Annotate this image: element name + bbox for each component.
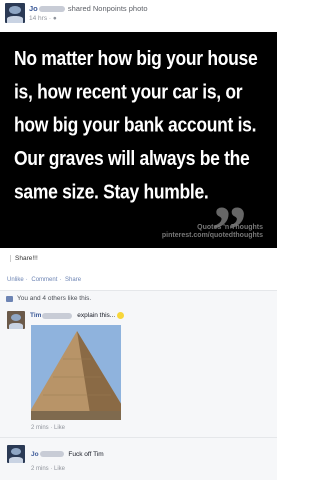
author-avatar[interactable]	[5, 3, 25, 23]
post-header-line: Jo shared Nonpoints photo	[29, 4, 148, 13]
comment-link[interactable]: Comment	[31, 277, 57, 283]
audience-icon: ●	[52, 15, 57, 22]
commenter-avatar-jo[interactable]	[7, 445, 25, 463]
comment-2-meta[interactable]: 2 mins · Like	[31, 466, 65, 472]
redacted-name	[39, 451, 64, 458]
credit-line-1: Quotes 'n Thoughts	[197, 224, 263, 231]
comment-1-meta[interactable]: 2 mins · Like	[31, 425, 65, 431]
likes-bar: You and 4 others like this.	[0, 290, 277, 307]
timestamp-text: 14 hrs ·	[29, 15, 52, 22]
commenter-avatar-tim[interactable]	[7, 311, 25, 329]
comment-2: Jo Fuck off Tim	[31, 451, 104, 458]
author-name[interactable]: Jo	[29, 4, 38, 13]
post-header: Jo shared Nonpoints photo 14 hrs · ●	[0, 0, 277, 28]
post-timestamp[interactable]: 14 hrs · ●	[29, 15, 57, 22]
credit-line-2: pinterest.com/quotedthoughts	[161, 232, 263, 239]
quote-image[interactable]: No matter how big your house is, how rec…	[0, 32, 277, 267]
comment-1: Tim explain this...	[30, 312, 125, 320]
share-link[interactable]: Share	[65, 277, 81, 283]
post-action-text: shared Nonpoints photo	[67, 4, 148, 13]
thumbs-up-icon	[6, 296, 13, 302]
action-separator: ·	[59, 277, 62, 283]
comment-divider	[0, 437, 277, 438]
quote-text: No matter how big your house is, how rec…	[14, 46, 258, 203]
comment-author[interactable]: Tim	[30, 312, 41, 319]
smiley-icon	[117, 312, 125, 319]
redacted-name	[42, 312, 73, 319]
redacted-name	[38, 6, 65, 13]
likes-summary[interactable]: You and 4 others like this.	[17, 295, 91, 302]
share-message: Share!!!	[10, 255, 38, 262]
image-credit: Quotes 'n Thoughts pinterest.com/quotedt…	[162, 224, 263, 240]
post-actions: Unlike · Comment · Share	[7, 277, 83, 283]
action-separator: ·	[25, 277, 28, 283]
comment-author[interactable]: Jo	[31, 451, 39, 458]
pyramid-photo[interactable]	[31, 325, 121, 420]
comment-text: explain this...	[77, 312, 116, 320]
unlike-link[interactable]: Unlike	[7, 277, 24, 283]
comment-text: Fuck off Tim	[68, 451, 104, 458]
